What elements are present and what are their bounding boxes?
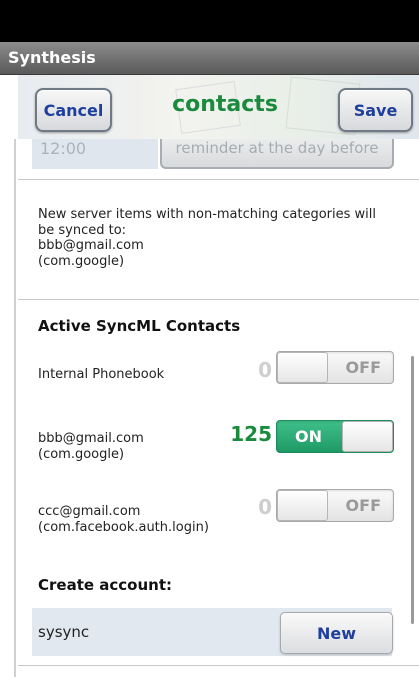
app-title-bar: Synthesis [0,42,419,75]
sync-row-label-line: (com.facebook.auth.login) [38,519,209,535]
ccc-gmail-toggle[interactable]: OFF [276,489,394,522]
scrollbar[interactable] [411,356,414,624]
info-line: (com.google) [38,253,125,269]
info-line: bbb@gmail.com [38,238,144,253]
toggle-state: OFF [345,496,381,515]
sync-row-label-line: (com.google) [38,446,125,462]
divider [18,665,419,666]
partial-time-row: 12:00 reminder at the day before [18,139,419,169]
new-account-button[interactable]: New [280,612,393,654]
sync-row-label: Internal Phonebook [38,367,164,383]
sync-row-count: 125 [230,422,272,446]
cancel-button[interactable]: Cancel [35,88,112,132]
sync-row-label: ccc@gmail.com (com.facebook.auth.login) [38,504,209,535]
divider [18,299,419,300]
info-line: be synced to: [38,222,127,238]
time-field[interactable]: 12:00 [32,139,158,169]
account-name: sysync [38,623,90,641]
reminder-button[interactable]: reminder at the day before [160,139,394,169]
sync-row-label-line: bbb@gmail.com [38,431,144,446]
toggle-state: OFF [345,358,381,377]
status-bar [0,0,419,42]
toggle-knob [277,490,328,521]
category-sync-info: New server items with non-matching categ… [38,207,408,269]
info-line: New server items with non-matching categ… [38,207,376,222]
create-account-title: Create account: [38,576,173,594]
sync-row-label-line: ccc@gmail.com [38,504,141,519]
toggle-knob [277,352,328,383]
scroll-content[interactable]: 12:00 reminder at the day before New ser… [18,139,419,677]
app-title: Synthesis [8,48,96,67]
divider [18,179,419,180]
sync-row-count: 0 [258,358,272,382]
active-syncml-contacts-title: Active SyncML Contacts [38,317,241,335]
left-divider [14,139,16,677]
sync-row-label: bbb@gmail.com (com.google) [38,431,144,462]
internal-phonebook-toggle[interactable]: OFF [276,351,394,384]
save-button[interactable]: Save [338,88,413,132]
toggle-knob [342,421,393,452]
bbb-gmail-toggle[interactable]: ON [276,420,394,453]
sync-row-label-line: Internal Phonebook [38,367,165,382]
page-title: contacts [172,92,278,117]
toggle-state: ON [295,427,322,446]
sync-row-count: 0 [258,495,272,519]
